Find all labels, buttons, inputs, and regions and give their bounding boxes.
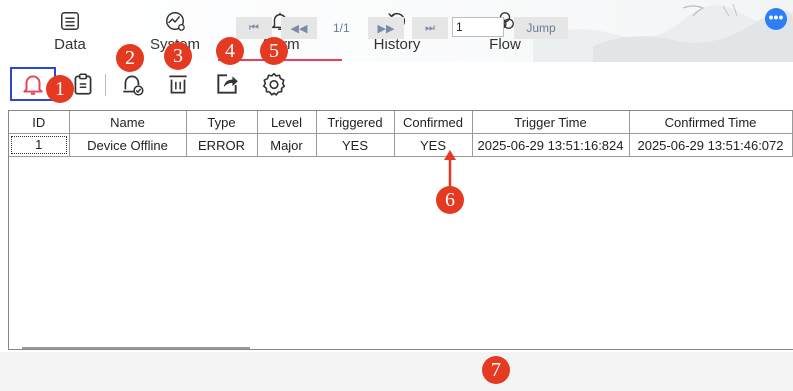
horizontal-scrollbar[interactable] [22,347,250,349]
settings-button[interactable] [257,67,291,101]
table-row[interactable]: 1 Device Offline ERROR Major YES YES 202… [9,133,793,157]
nav-data[interactable]: Data [35,10,105,60]
column-header-confirmed-time[interactable]: Confirmed Time [628,111,793,134]
export-button[interactable] [210,67,244,101]
marker-3: 3 [164,42,192,70]
annotation-arrow [444,150,456,188]
marker-1: 1 [46,75,74,103]
alarm-table: ID Name Type Level Triggered Confirmed T… [9,111,793,157]
toolbar-separator [105,74,106,96]
column-header-level[interactable]: Level [256,111,317,134]
cell-confirmed[interactable]: YES [393,133,473,157]
clipboard-icon [74,73,92,95]
alarm-table-container: ID Name Type Level Triggered Confirmed T… [8,110,793,350]
column-header-trigger-time[interactable]: Trigger Time [471,111,630,134]
list-doc-icon [61,12,79,30]
jump-button[interactable]: Jump [514,17,568,39]
jump-page-input[interactable] [452,17,504,37]
more-menu-button[interactable]: ••• [765,8,787,30]
marker-6: 6 [436,186,464,214]
column-header-type[interactable]: Type [185,111,258,134]
page-info: 1/1 [333,21,350,35]
cell-id[interactable]: 1 [9,133,70,157]
last-page-button[interactable]: ⏭ [412,17,448,39]
nav-data-label: Data [54,36,86,53]
marker-7: 7 [482,356,510,384]
gear-icon [262,72,286,96]
chart-circle-icon [166,12,185,31]
column-header-id[interactable]: ID [9,111,70,134]
table-header-row: ID Name Type Level Triggered Confirmed T… [9,111,793,134]
marker-2: 2 [116,44,144,72]
cell-triggered[interactable]: YES [315,133,395,157]
column-header-confirmed[interactable]: Confirmed [393,111,473,134]
share-export-icon [217,74,238,94]
cell-type[interactable]: ERROR [185,133,258,157]
first-page-button[interactable]: ⏮ [236,17,272,39]
cell-level[interactable]: Major [256,133,317,157]
prev-page-button[interactable]: ◀◀ [281,17,317,39]
marker-4: 4 [216,37,244,65]
next-page-button[interactable]: ▶▶ [368,17,404,39]
column-header-triggered[interactable]: Triggered [315,111,395,134]
pagination-bar [0,352,793,391]
confirm-alarm-button[interactable] [116,67,150,101]
cell-confirmed-time[interactable]: 2025-06-29 13:51:46:072 [628,133,793,157]
column-header-name[interactable]: Name [68,111,187,134]
mountain-landscape-decoration [533,3,793,62]
marker-5: 5 [260,37,288,65]
cell-name[interactable]: Device Offline [68,133,187,157]
bell-check-icon [123,75,144,96]
cell-trigger-time[interactable]: 2025-06-29 13:51:16:824 [471,133,630,157]
trash-icon [169,75,187,94]
bell-icon [23,75,43,95]
cell-id-value: 1 [9,135,68,156]
delete-button[interactable] [161,67,195,101]
